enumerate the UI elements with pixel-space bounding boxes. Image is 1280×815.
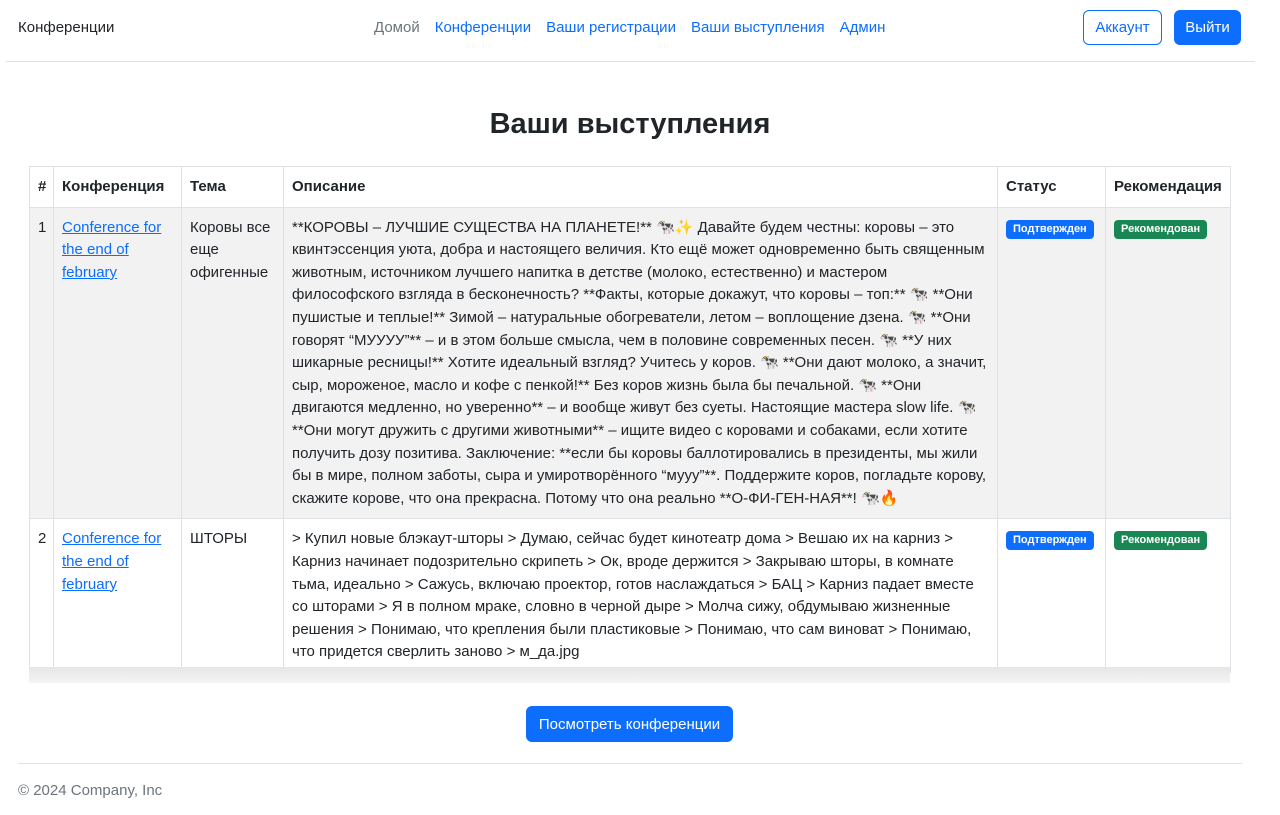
nav-registrations-link[interactable]: Ваши регистрации [546,19,676,36]
nav-admin-link[interactable]: Админ [840,19,886,36]
column-header-num: # [29,166,54,208]
recommendation-badge: Рекомендован [1114,531,1208,551]
footer-divider [18,763,1242,764]
row-number: 2 [29,518,54,673]
conference-link[interactable]: Conference for the end of february [62,219,161,281]
column-header-description: Описание [283,166,998,208]
status-badge: Подтвержден [1006,531,1094,551]
column-header-recommendation: Рекомендация [1105,166,1231,208]
nav-conferences-link[interactable]: Конференции [435,19,531,36]
row-number: 1 [29,206,54,520]
page-title: Ваши выступления [489,108,771,140]
table-row: 1 Conference for the end of february Кор… [29,206,1231,520]
nav-talks-link[interactable]: Ваши выступления [691,19,825,36]
table-header-row: # Конференция Тема Описание Статус Реком… [29,166,1231,208]
description-cell: > Купил новые блэкаут-шторы > Думаю, сей… [283,518,998,673]
topic-cell: ШТОРЫ [181,518,284,673]
main-nav: Домой Конференции Ваши регистрации Ваши … [374,19,885,36]
recommendation-badge: Рекомендован [1114,219,1208,239]
table-scroll-shadow [29,667,1230,683]
topic-cell: Коровы все еще офигенные [181,206,284,520]
table-row: 2 Conference for the end of february ШТО… [29,518,1231,673]
status-badge: Подтвержден [1006,219,1094,239]
brand-link[interactable]: Конференции [18,19,114,36]
column-header-status: Статус [997,166,1106,208]
conference-cell: Conference for the end of february [53,518,182,673]
account-button[interactable]: Аккаунт [1083,10,1162,45]
recommendation-cell: Рекомендован [1105,206,1231,520]
logout-button[interactable]: Выйти [1174,10,1241,45]
talks-table: # Конференция Тема Описание Статус Реком… [29,166,1231,673]
footer-copyright: © 2024 Company, Inc [18,782,163,799]
status-cell: Подтвержден [997,518,1106,673]
top-navbar: Конференции Домой Конференции Ваши регис… [6,0,1255,62]
conference-cell: Conference for the end of february [53,206,182,520]
view-conferences-button[interactable]: Посмотреть конференции [526,706,733,742]
column-header-conference: Конференция [53,166,182,208]
nav-home-link[interactable]: Домой [374,19,420,36]
status-cell: Подтвержден [997,206,1106,520]
column-header-topic: Тема [181,166,284,208]
description-cell: **КОРОВЫ – ЛУЧШИЕ СУЩЕСТВА НА ПЛАНЕТЕ!**… [283,206,998,520]
talks-table-container: # Конференция Тема Описание Статус Реком… [29,166,1231,673]
conference-link[interactable]: Conference for the end of february [62,530,161,592]
recommendation-cell: Рекомендован [1105,518,1231,673]
